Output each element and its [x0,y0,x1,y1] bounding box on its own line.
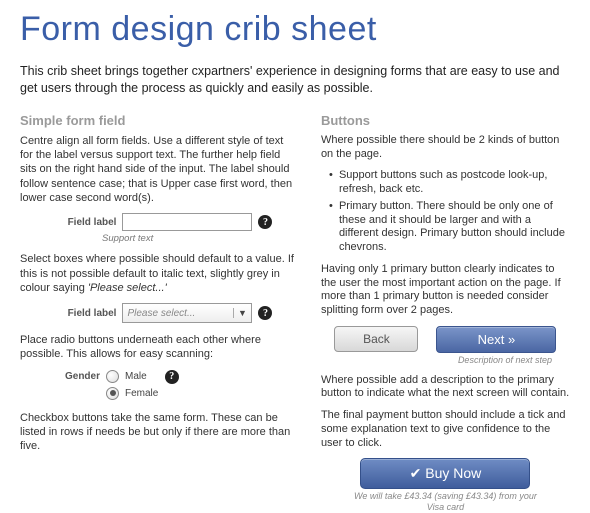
field-label: Gender [40,371,100,382]
paragraph: Where possible there should be 2 kinds o… [321,134,570,162]
next-button[interactable]: Next » [436,326,556,353]
radio-label: Female [125,388,158,399]
page-title: Form design crib sheet [20,10,570,49]
buy-now-button[interactable]: ✔ Buy Now [360,458,530,489]
text-input[interactable] [122,213,252,231]
text-field-example: Field label ? [20,213,299,231]
paragraph: Select boxes where possible should defau… [20,252,299,295]
help-icon[interactable]: ? [165,370,179,384]
paragraph: Place radio buttons underneath each othe… [20,333,299,362]
bullet-list: Support buttons such as postcode look-up… [321,169,570,255]
help-icon[interactable]: ? [258,306,272,320]
radio-male[interactable] [106,370,119,383]
button-row: Back Next » [321,326,570,353]
section-heading-simple-form-field: Simple form field [20,113,299,128]
paragraph: The final payment button should include … [321,409,570,450]
intro-text: This crib sheet brings together cxpartne… [20,63,570,97]
chevron-down-icon: ▼ [233,308,247,318]
field-label: Field label [46,217,116,228]
paragraph: Having only 1 primary button clearly ind… [321,263,570,318]
paragraph: Where possible add a description to the … [321,374,570,402]
next-button-caption: Description of next step [321,355,570,366]
paragraph: Centre align all form fields. Use a diff… [20,134,299,205]
back-button[interactable]: Back [334,326,418,352]
section-heading-buttons: Buttons [321,113,570,128]
list-item: Support buttons such as postcode look-up… [321,169,570,197]
buy-button-caption: We will take £43.34 (saving £43.34) from… [321,491,570,513]
select-placeholder: Please select... [127,308,195,319]
list-item: Primary button. There should be only one… [321,200,570,255]
select-input[interactable]: Please select... ▼ [122,303,252,323]
select-field-example: Field label Please select... ▼ ? [20,303,299,323]
radio-label: Male [125,371,147,382]
radio-group-gender: Gender Male ? Female [40,370,299,400]
paragraph: Checkbox buttons take the same form. The… [20,411,299,454]
help-icon[interactable]: ? [258,215,272,229]
field-label: Field label [46,308,116,319]
radio-female[interactable] [106,387,119,400]
support-text: Support text [102,233,299,244]
